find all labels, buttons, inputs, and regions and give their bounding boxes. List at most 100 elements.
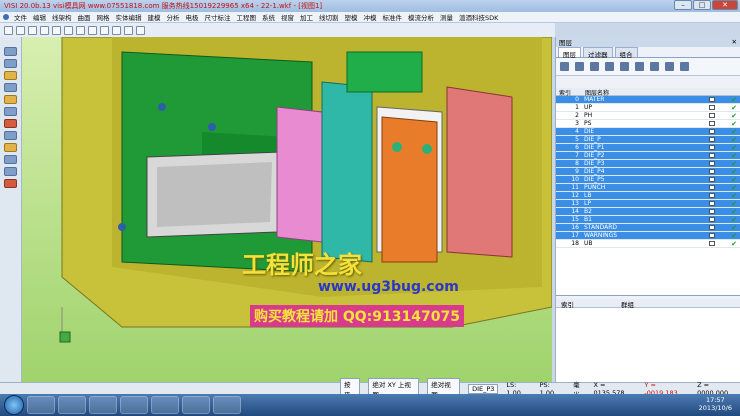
- layer-row[interactable]: 12 LB ✔: [556, 192, 740, 200]
- layer-active-check-icon[interactable]: ✔: [731, 152, 737, 160]
- view-top-icon[interactable]: [112, 25, 121, 35]
- tab-combine[interactable]: 组合: [614, 47, 638, 59]
- layer-active-check-icon[interactable]: ✔: [731, 232, 737, 240]
- layer-row[interactable]: 8 DIE_P3 ✔: [556, 160, 740, 168]
- zoom-icon[interactable]: [76, 25, 85, 35]
- search-layer-icon[interactable]: [575, 62, 584, 71]
- layer-row[interactable]: 1 UP ✔: [556, 104, 740, 112]
- layer-active-check-icon[interactable]: ✔: [731, 96, 737, 104]
- layer-visibility-checkbox[interactable]: [709, 209, 715, 214]
- layer-visibility-checkbox[interactable]: [709, 129, 715, 134]
- layer-visibility-checkbox[interactable]: [709, 241, 715, 246]
- move-layer-icon[interactable]: [605, 62, 614, 71]
- layer-row[interactable]: 7 DIE_P2 ✔: [556, 152, 740, 160]
- layer-active-check-icon[interactable]: ✔: [731, 240, 737, 248]
- menu-item[interactable]: 曲面: [78, 12, 91, 22]
- mirror-tool-icon[interactable]: [4, 155, 17, 164]
- copy-layer-icon[interactable]: [590, 62, 599, 71]
- menu-item[interactable]: 分析: [167, 12, 180, 22]
- layer-row[interactable]: 17 WARNINGS ✔: [556, 232, 740, 240]
- tab-layers[interactable]: 图层: [558, 47, 581, 59]
- app-menu-icon[interactable]: [3, 14, 9, 20]
- menu-item[interactable]: 测量: [440, 12, 453, 22]
- layer-active-check-icon[interactable]: ✔: [731, 208, 737, 216]
- system-clock[interactable]: 17:57 2013/10/6: [699, 396, 732, 412]
- shade-icon[interactable]: [136, 25, 145, 35]
- measure-tool-icon[interactable]: [4, 167, 17, 176]
- layer-row[interactable]: 15 B1 ✔: [556, 216, 740, 224]
- menu-item[interactable]: 工程图: [237, 12, 257, 22]
- hide-layer-icon[interactable]: [635, 62, 644, 71]
- line-tool-icon[interactable]: [4, 59, 17, 68]
- rotate-icon[interactable]: [100, 25, 109, 35]
- arrow-left-icon[interactable]: [4, 179, 17, 188]
- menu-item[interactable]: 电极: [186, 12, 199, 22]
- show-layer-icon[interactable]: [620, 62, 629, 71]
- layer-active-check-icon[interactable]: ✔: [731, 200, 737, 208]
- layer-active-check-icon[interactable]: ✔: [731, 128, 737, 136]
- layer-visibility-checkbox[interactable]: [709, 217, 715, 222]
- layer-active-check-icon[interactable]: ✔: [731, 224, 737, 232]
- taskbar-record-icon[interactable]: [213, 396, 241, 414]
- solid-tool-icon[interactable]: [4, 95, 17, 104]
- layer-row[interactable]: 3 PS ✔: [556, 120, 740, 128]
- select-tool-icon[interactable]: [4, 47, 17, 56]
- layer-visibility-checkbox[interactable]: [709, 121, 715, 126]
- minimize-button[interactable]: –: [674, 0, 692, 10]
- menu-item[interactable]: 冲模: [364, 12, 377, 22]
- layer-visibility-checkbox[interactable]: [709, 145, 715, 150]
- layer-visibility-checkbox[interactable]: [709, 97, 715, 102]
- layer-row[interactable]: 4 DIE ✔: [556, 128, 740, 136]
- layer-visibility-checkbox[interactable]: [709, 105, 715, 110]
- layer-row[interactable]: 10 DIE_P5 ✔: [556, 176, 740, 184]
- boolean-tool-icon[interactable]: [4, 107, 17, 116]
- layer-visibility-checkbox[interactable]: [709, 201, 715, 206]
- print-icon[interactable]: [40, 25, 49, 35]
- layer-row[interactable]: 13 LP ✔: [556, 200, 740, 208]
- start-button[interactable]: [4, 395, 24, 415]
- menu-item[interactable]: 实体编辑: [116, 12, 142, 22]
- surface-tool-icon[interactable]: [4, 83, 17, 92]
- menu-item[interactable]: 文件: [14, 12, 27, 22]
- layer-active-check-icon[interactable]: ✔: [731, 120, 737, 128]
- open-file-icon[interactable]: [16, 25, 25, 35]
- undo-icon[interactable]: [52, 25, 61, 35]
- layer-visibility-checkbox[interactable]: [709, 169, 715, 174]
- copy-tool-icon[interactable]: [4, 143, 17, 152]
- menu-item[interactable]: 塑模: [345, 12, 358, 22]
- layer-active-check-icon[interactable]: ✔: [731, 144, 737, 152]
- layer-active-check-icon[interactable]: ✔: [731, 104, 737, 112]
- layer-row[interactable]: 9 DIE_P4 ✔: [556, 168, 740, 176]
- layer-row[interactable]: 2 PH ✔: [556, 112, 740, 120]
- menu-item[interactable]: 线架构: [52, 12, 72, 22]
- menu-item[interactable]: 系统: [262, 12, 275, 22]
- layer-active-check-icon[interactable]: ✔: [731, 160, 737, 168]
- layer-row[interactable]: 11 PUNCH ✔: [556, 184, 740, 192]
- save-icon[interactable]: [28, 25, 37, 35]
- layer-visibility-checkbox[interactable]: [709, 177, 715, 182]
- menu-item[interactable]: 建模: [148, 12, 161, 22]
- menu-item[interactable]: 线切割: [319, 12, 339, 22]
- delete-layer-icon[interactable]: [665, 62, 674, 71]
- layer-active-check-icon[interactable]: ✔: [731, 184, 737, 192]
- tab-filter[interactable]: 过滤器: [583, 47, 613, 59]
- layer-row[interactable]: 18 UB ✔: [556, 240, 740, 248]
- layer-row[interactable]: 0 MATER ✔: [556, 96, 740, 104]
- layer-active-check-icon[interactable]: ✔: [731, 136, 737, 144]
- panel-close-icon[interactable]: ✕: [732, 38, 737, 46]
- layer-visibility-checkbox[interactable]: [709, 225, 715, 230]
- layer-row[interactable]: 6 DIE_P1 ✔: [556, 144, 740, 152]
- menu-item[interactable]: 编辑: [33, 12, 46, 22]
- new-file-icon[interactable]: [4, 25, 13, 35]
- layer-active-check-icon[interactable]: ✔: [731, 216, 737, 224]
- taskbar-folder-icon[interactable]: [89, 396, 117, 414]
- menu-item[interactable]: 渲酒科技SDK: [459, 12, 498, 22]
- close-button[interactable]: ✕: [712, 0, 738, 10]
- layer-active-check-icon[interactable]: ✔: [731, 176, 737, 184]
- taskbar-qq-icon[interactable]: [58, 396, 86, 414]
- arc-tool-icon[interactable]: [4, 71, 17, 80]
- layer-visibility-checkbox[interactable]: [709, 113, 715, 118]
- lock-layer-icon[interactable]: [650, 62, 659, 71]
- menu-item[interactable]: 视窗: [281, 12, 294, 22]
- add-layer-icon[interactable]: [560, 62, 569, 71]
